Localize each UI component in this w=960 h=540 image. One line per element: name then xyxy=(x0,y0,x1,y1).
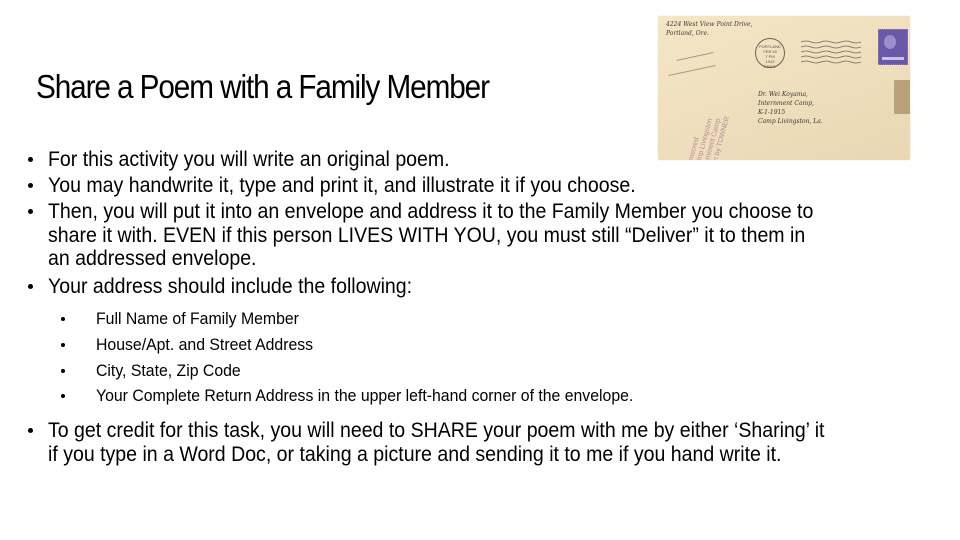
envelope-photo: 4224 West View Point Drive, Portland, Or… xyxy=(658,16,910,160)
tape-strip xyxy=(894,80,910,114)
postmark-icon: PORTLAND FEB 28 7 PM 1943 OREG. xyxy=(755,38,785,69)
envelope-recipient-address: Dr. Wei Koyama, Internment Camp, K-1-191… xyxy=(758,91,823,125)
sub-bullet-list: Full Name of Family Member House/Apt. an… xyxy=(48,306,886,409)
bullet-icon xyxy=(28,428,33,434)
cancellation-lines-icon xyxy=(801,40,861,64)
bullet-item: Your address should include the followin… xyxy=(26,275,886,410)
bullet-text: Then, you will put it into an envelope a… xyxy=(48,200,814,270)
slide: Share a Poem with a Family Member 4224 W… xyxy=(0,0,960,540)
sub-bullet-text: Your Complete Return Address in the uppe… xyxy=(96,386,634,406)
bullet-item: Then, you will put it into an envelope a… xyxy=(26,200,886,271)
bullet-text: To get credit for this task, you will ne… xyxy=(48,419,825,466)
sub-bullet-item: Your Complete Return Address in the uppe… xyxy=(59,383,886,409)
bullet-icon xyxy=(61,394,65,399)
bullet-icon xyxy=(61,317,65,321)
sub-bullet-item: House/Apt. and Street Address xyxy=(59,332,886,358)
envelope-pen-mark xyxy=(676,52,714,61)
bullet-icon xyxy=(28,283,33,289)
bullet-text: For this activity you will write an orig… xyxy=(48,148,450,171)
bullet-item: To get credit for this task, you will ne… xyxy=(26,419,886,466)
bullet-item: You may handwrite it, type and print it,… xyxy=(26,174,886,198)
bullet-list: For this activity you will write an orig… xyxy=(26,148,886,469)
sub-bullet-item: City, State, Zip Code xyxy=(59,358,886,384)
bullet-icon xyxy=(28,209,33,214)
bullet-text: Your address should include the followin… xyxy=(48,274,413,298)
envelope-return-address: 4224 West View Point Drive, Portland, Or… xyxy=(666,21,753,37)
envelope-pen-mark xyxy=(668,65,716,76)
postage-stamp-icon xyxy=(878,29,908,65)
bullet-item: For this activity you will write an orig… xyxy=(26,148,886,172)
bullet-icon xyxy=(61,342,65,347)
bullet-icon xyxy=(61,368,65,373)
sub-bullet-text: House/Apt. and Street Address xyxy=(96,334,314,354)
sub-bullet-text: City, State, Zip Code xyxy=(96,360,241,380)
sub-bullet-text: Full Name of Family Member xyxy=(96,309,299,328)
sub-bullet-item: Full Name of Family Member xyxy=(59,306,886,332)
bullet-icon xyxy=(28,183,33,188)
bullet-icon xyxy=(28,157,33,162)
slide-title: Share a Poem with a Family Member xyxy=(36,68,490,105)
bullet-text: You may handwrite it, type and print it,… xyxy=(48,174,636,197)
